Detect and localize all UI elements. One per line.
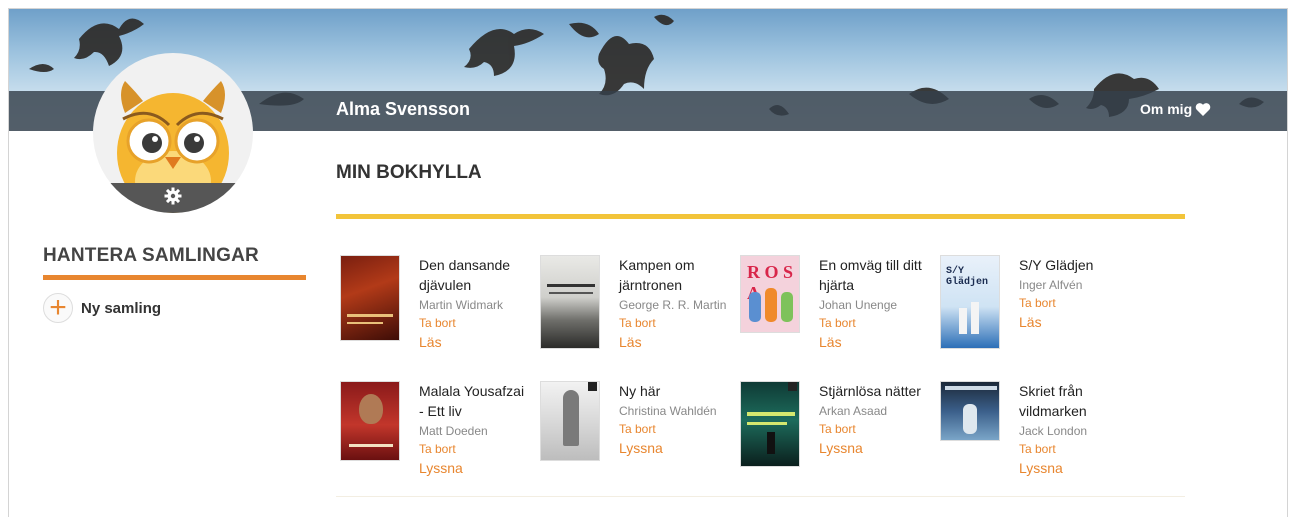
- book-author: Matt Doeden: [419, 424, 488, 438]
- book-item: Malala Yousafzai - Ett liv Matt Doeden T…: [340, 381, 529, 478]
- remove-book-link[interactable]: Ta bort: [1019, 440, 1129, 458]
- remove-book-link[interactable]: Ta bort: [419, 314, 529, 332]
- avatar-settings-bar[interactable]: [93, 183, 253, 213]
- about-me-link[interactable]: Om mig: [1140, 101, 1211, 117]
- remove-book-link[interactable]: Ta bort: [619, 314, 729, 332]
- listen-book-link[interactable]: Lyssna: [619, 438, 729, 458]
- book-author: George R. R. Martin: [619, 298, 727, 312]
- book-cover[interactable]: [740, 381, 800, 467]
- book-cover[interactable]: S/Y Glädjen: [940, 255, 1000, 349]
- read-book-link[interactable]: Läs: [419, 332, 529, 352]
- book-title[interactable]: Ny här: [619, 381, 729, 401]
- remove-book-link[interactable]: Ta bort: [1019, 294, 1129, 312]
- remove-book-link[interactable]: Ta bort: [419, 440, 529, 458]
- book-item: Skriet från vildmarken Jack London Ta bo…: [940, 381, 1129, 478]
- new-collection-label: Ny samling: [81, 299, 162, 317]
- book-title[interactable]: Skriet från vildmarken: [1019, 381, 1129, 421]
- shelf-bottom-divider: [336, 496, 1185, 497]
- avatar[interactable]: [93, 53, 253, 213]
- book-item: R O S A En omväg till ditt hjärta Johan …: [740, 255, 929, 352]
- shelf-divider: [336, 214, 1185, 219]
- book-title[interactable]: En omväg till ditt hjärta: [819, 255, 929, 295]
- book-cover[interactable]: [540, 381, 600, 461]
- remove-book-link[interactable]: Ta bort: [819, 420, 929, 438]
- book-author: Inger Alfvén: [1019, 278, 1083, 292]
- book-item: Ny här Christina Wahldén Ta bort Lyssna: [540, 381, 729, 461]
- new-collection-button[interactable]: + Ny samling: [43, 293, 161, 323]
- book-author: Arkan Asaad: [819, 404, 888, 418]
- book-item: Stjärnlösa nätter Arkan Asaad Ta bort Ly…: [740, 381, 929, 467]
- book-title[interactable]: Malala Yousafzai - Ett liv: [419, 381, 529, 421]
- listen-book-link[interactable]: Lyssna: [819, 438, 929, 458]
- page-title: MIN BOKHYLLA: [336, 162, 482, 183]
- profile-name: Alma Svensson: [336, 99, 471, 119]
- book-author: Martin Widmark: [419, 298, 504, 312]
- book-title[interactable]: Den dansande djävulen: [419, 255, 529, 295]
- sidebar-divider: [43, 275, 306, 280]
- plus-icon: +: [43, 293, 73, 323]
- heart-icon: [1195, 102, 1211, 116]
- book-cover[interactable]: [540, 255, 600, 349]
- book-title[interactable]: Kampen om järntronen: [619, 255, 729, 295]
- profile-page: Alma Svensson Om mig HANTERA SAMLINGAR +…: [8, 8, 1288, 517]
- book-author: Christina Wahldén: [619, 404, 717, 418]
- book-title[interactable]: Stjärnlösa nätter: [819, 381, 929, 401]
- book-cover[interactable]: [340, 381, 400, 461]
- listen-book-link[interactable]: Lyssna: [419, 458, 529, 478]
- book-author: Jack London: [1019, 424, 1088, 438]
- book-cover[interactable]: R O S A: [740, 255, 800, 333]
- book-title[interactable]: S/Y Glädjen: [1019, 255, 1129, 275]
- read-book-link[interactable]: Läs: [1019, 312, 1129, 332]
- book-author: Johan Unenge: [819, 298, 898, 312]
- book-item: Den dansande djävulen Martin Widmark Ta …: [340, 255, 529, 352]
- book-cover[interactable]: [940, 381, 1000, 441]
- book-cover[interactable]: [340, 255, 400, 341]
- book-item: Kampen om järntronen George R. R. Martin…: [540, 255, 729, 352]
- listen-book-link[interactable]: Lyssna: [1019, 458, 1129, 478]
- about-me-label: Om mig: [1140, 101, 1193, 117]
- remove-book-link[interactable]: Ta bort: [619, 420, 729, 438]
- sidebar-title: HANTERA SAMLINGAR: [43, 245, 259, 266]
- read-book-link[interactable]: Läs: [819, 332, 929, 352]
- book-item: S/Y Glädjen S/Y Glädjen Inger Alfvén Ta …: [940, 255, 1129, 349]
- read-book-link[interactable]: Läs: [619, 332, 729, 352]
- gear-icon: [164, 187, 182, 205]
- remove-book-link[interactable]: Ta bort: [819, 314, 929, 332]
